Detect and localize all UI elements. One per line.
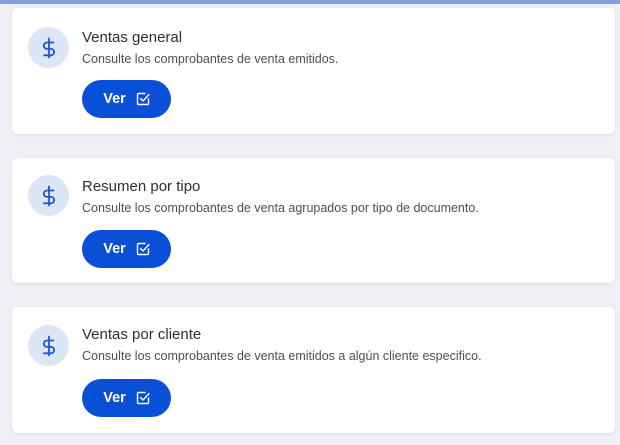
check-square-icon [136,242,150,256]
report-card-ventas-general: Ventas general Consulte los comprobantes… [12,8,615,134]
card-title: Ventas general [82,29,183,46]
top-accent-strip [0,0,620,4]
ver-button[interactable]: Ver [82,230,171,268]
card-title: Resumen por tipo [82,178,201,195]
check-square-icon [136,391,150,405]
card-description: Consulte los comprobantes de venta agrup… [82,201,479,215]
card-title: Ventas por cliente [82,326,202,343]
ver-button[interactable]: Ver [82,379,171,417]
ver-button-label: Ver [103,390,126,406]
check-square-icon [136,92,150,106]
dollar-icon [28,175,69,216]
dollar-icon [28,27,69,68]
card-description: Consulte los comprobantes de venta emiti… [82,349,482,363]
report-card-ventas-por-cliente: Ventas por cliente Consulte los comproba… [12,307,615,433]
report-card-resumen-por-tipo: Resumen por tipo Consulte los comprobant… [12,158,615,283]
dollar-icon [28,325,69,366]
card-description: Consulte los comprobantes de venta emiti… [82,52,339,66]
ver-button-label: Ver [103,241,126,257]
ver-button[interactable]: Ver [82,80,171,118]
ver-button-label: Ver [103,91,126,107]
